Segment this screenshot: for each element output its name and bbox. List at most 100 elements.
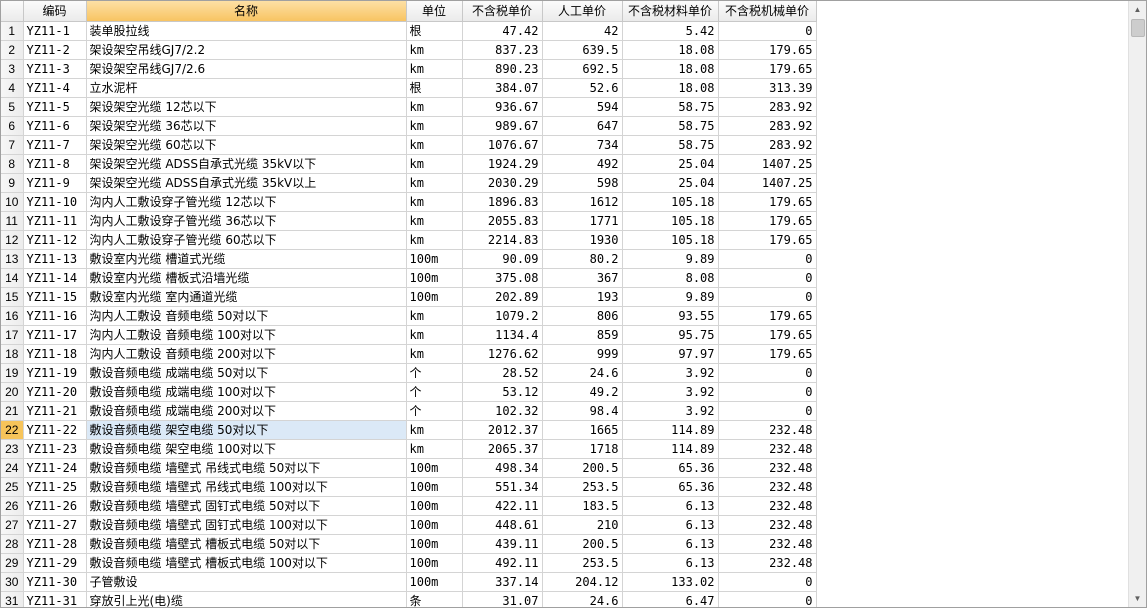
vertical-scrollbar[interactable]: ▲ ▼ <box>1128 1 1146 607</box>
cell-price-ex-tax[interactable]: 202.89 <box>462 287 543 307</box>
cell-machine[interactable]: 232.48 <box>718 515 817 535</box>
cell-name[interactable]: 穿放引上光(电)缆 <box>86 591 407 607</box>
cell-name[interactable]: 架设架空光缆 ADSS自承式光缆 35kV以上 <box>86 173 407 193</box>
cell-name[interactable]: 敷设音频电缆 墙壁式 吊线式电缆 50对以下 <box>86 458 407 478</box>
cell-machine[interactable]: 179.65 <box>718 40 817 60</box>
cell-code[interactable]: YZ11-2 <box>23 40 87 60</box>
cell-unit[interactable]: km <box>406 306 463 326</box>
cell-price-ex-tax[interactable]: 1276.62 <box>462 344 543 364</box>
cell-price-ex-tax[interactable]: 1076.67 <box>462 135 543 155</box>
cell-machine[interactable]: 0 <box>718 249 817 269</box>
cell-code[interactable]: YZ11-29 <box>23 553 87 573</box>
cell-code[interactable]: YZ11-21 <box>23 401 87 421</box>
row-number[interactable]: 31 <box>1 591 24 607</box>
cell-material[interactable]: 93.55 <box>622 306 719 326</box>
cell-price-ex-tax[interactable]: 2055.83 <box>462 211 543 231</box>
cell-machine[interactable]: 232.48 <box>718 439 817 459</box>
cell-code[interactable]: YZ11-9 <box>23 173 87 193</box>
cell-labor[interactable]: 210 <box>542 515 623 535</box>
cell-code[interactable]: YZ11-26 <box>23 496 87 516</box>
column-header-machine[interactable]: 不含税机械单价 <box>718 1 817 22</box>
cell-material[interactable]: 58.75 <box>622 135 719 155</box>
column-header-labor[interactable]: 人工单价 <box>542 1 623 22</box>
cell-machine[interactable]: 0 <box>718 382 817 402</box>
cell-material[interactable]: 114.89 <box>622 439 719 459</box>
cell-name[interactable]: 沟内人工敷设 音频电缆 100对以下 <box>86 325 407 345</box>
table-row[interactable]: 14 YZ11-14 敷设室内光缆 槽板式沿墙光缆 100m 375.08 367 8.08… <box>1 268 817 288</box>
cell-unit[interactable]: 100m <box>406 287 463 307</box>
cell-unit[interactable]: 100m <box>406 477 463 497</box>
cell-labor[interactable]: 193 <box>542 287 623 307</box>
table-row[interactable]: 20 YZ11-20 敷设音频电缆 成端电缆 100对以下个 53.12 49.2 3.9… <box>1 382 817 402</box>
cell-unit[interactable]: km <box>406 97 463 117</box>
cell-unit[interactable]: 100m <box>406 268 463 288</box>
table-row[interactable]: 23 YZ11-23 敷设音频电缆 架空电缆 100对以下 km 2065.37 1718… <box>1 439 817 459</box>
cell-machine[interactable]: 283.92 <box>718 116 817 136</box>
cell-machine[interactable]: 0 <box>718 268 817 288</box>
cell-machine[interactable]: 232.48 <box>718 496 817 516</box>
cell-machine[interactable]: 179.65 <box>718 344 817 364</box>
cell-labor[interactable]: 1930 <box>542 230 623 250</box>
cell-name[interactable]: 架设架空吊线GJ7/2.2 <box>86 40 407 60</box>
cell-labor[interactable]: 594 <box>542 97 623 117</box>
cell-price-ex-tax[interactable]: 2030.29 <box>462 173 543 193</box>
cell-name[interactable]: 敷设音频电缆 墙壁式 槽板式电缆 100对以下 <box>86 553 407 573</box>
cell-material[interactable]: 58.75 <box>622 97 719 117</box>
cell-machine[interactable]: 179.65 <box>718 59 817 79</box>
cell-unit[interactable]: 100m <box>406 515 463 535</box>
cell-labor[interactable]: 1718 <box>542 439 623 459</box>
cell-code[interactable]: YZ11-1 <box>23 21 87 41</box>
cell-price-ex-tax[interactable]: 989.67 <box>462 116 543 136</box>
cell-machine[interactable]: 0 <box>718 401 817 421</box>
cell-price-ex-tax[interactable]: 1134.4 <box>462 325 543 345</box>
row-number[interactable]: 1 <box>1 21 24 41</box>
cell-labor[interactable]: 253.5 <box>542 553 623 573</box>
cell-labor[interactable]: 80.2 <box>542 249 623 269</box>
cell-name[interactable]: 敷设音频电缆 架空电缆 100对以下 <box>86 439 407 459</box>
scroll-up-arrow-icon[interactable]: ▲ <box>1129 1 1146 18</box>
cell-unit[interactable]: km <box>406 230 463 250</box>
cell-machine[interactable]: 283.92 <box>718 135 817 155</box>
cell-labor[interactable]: 24.6 <box>542 363 623 383</box>
cell-labor[interactable]: 859 <box>542 325 623 345</box>
table-row[interactable]: 17 YZ11-17 沟内人工敷设 音频电缆 100对以下 km 1134.4 859 95… <box>1 325 817 345</box>
cell-code[interactable]: YZ11-6 <box>23 116 87 136</box>
cell-material[interactable]: 3.92 <box>622 382 719 402</box>
column-header-name[interactable]: 名称 <box>86 1 407 22</box>
cell-name[interactable]: 沟内人工敷设 音频电缆 200对以下 <box>86 344 407 364</box>
row-number[interactable]: 16 <box>1 306 24 326</box>
cell-unit[interactable]: km <box>406 116 463 136</box>
cell-material[interactable]: 18.08 <box>622 40 719 60</box>
cell-material[interactable]: 105.18 <box>622 230 719 250</box>
row-number[interactable]: 27 <box>1 515 24 535</box>
cell-code[interactable]: YZ11-31 <box>23 591 87 607</box>
cell-material[interactable]: 9.89 <box>622 287 719 307</box>
cell-name[interactable]: 敷设音频电缆 架空电缆 50对以下 <box>86 420 407 440</box>
cell-unit[interactable]: 100m <box>406 534 463 554</box>
table-row[interactable]: 24 YZ11-24 敷设音频电缆 墙壁式 吊线式电缆 50对以下 100m 498.3… <box>1 458 817 478</box>
cell-name[interactable]: 敷设音频电缆 墙壁式 吊线式电缆 100对以下 <box>86 477 407 497</box>
cell-code[interactable]: YZ11-20 <box>23 382 87 402</box>
cell-labor[interactable]: 639.5 <box>542 40 623 60</box>
cell-material[interactable]: 6.13 <box>622 553 719 573</box>
cell-price-ex-tax[interactable]: 551.34 <box>462 477 543 497</box>
cell-price-ex-tax[interactable]: 90.09 <box>462 249 543 269</box>
cell-material[interactable]: 6.13 <box>622 534 719 554</box>
table-row[interactable]: 26 YZ11-26 敷设音频电缆 墙壁式 固钉式电缆 50对以下 100m 422.1… <box>1 496 817 516</box>
cell-machine[interactable]: 179.65 <box>718 211 817 231</box>
cell-machine[interactable]: 179.65 <box>718 230 817 250</box>
cell-price-ex-tax[interactable]: 1079.2 <box>462 306 543 326</box>
cell-price-ex-tax[interactable]: 28.52 <box>462 363 543 383</box>
cell-name[interactable]: 沟内人工敷设穿子管光缆 36芯以下 <box>86 211 407 231</box>
cell-name[interactable]: 子管敷设 <box>86 572 407 592</box>
row-number[interactable]: 13 <box>1 249 24 269</box>
row-number[interactable]: 9 <box>1 173 24 193</box>
row-number[interactable]: 3 <box>1 59 24 79</box>
cell-machine[interactable]: 0 <box>718 21 817 41</box>
table-row[interactable]: 2 YZ11-2 架设架空吊线GJ7/2.2 km 837.23 639.5 18.08 17… <box>1 40 817 60</box>
cell-labor[interactable]: 183.5 <box>542 496 623 516</box>
cell-code[interactable]: YZ11-30 <box>23 572 87 592</box>
cell-unit[interactable]: km <box>406 59 463 79</box>
cell-unit[interactable]: 100m <box>406 553 463 573</box>
table-row[interactable]: 1 YZ11-1 装单股拉线根 47.42 42 5.42 0 <box>1 21 817 41</box>
